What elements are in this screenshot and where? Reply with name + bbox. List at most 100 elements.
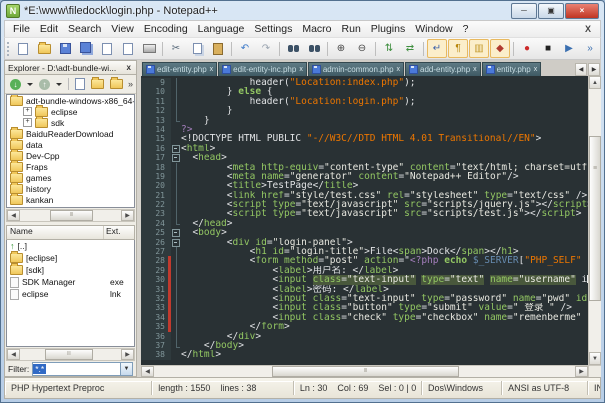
toolbar-grip[interactable] xyxy=(7,42,9,56)
copy-button[interactable] xyxy=(187,39,207,58)
maximize-button[interactable]: ▣ xyxy=(538,3,564,19)
code-line-text[interactable]: <label>用户名: </label> xyxy=(181,266,588,275)
expand-icon[interactable]: + xyxy=(23,107,32,116)
code-line-text[interactable]: header("Location:index.php"); xyxy=(181,78,588,87)
tree-hscroll-thumb[interactable] xyxy=(50,210,92,221)
code-line-text[interactable]: <meta name="generator" content="Notepad+… xyxy=(181,172,588,181)
column-name[interactable]: Name xyxy=(7,226,104,239)
tab-scroll-left-icon[interactable]: ◀ xyxy=(575,63,587,76)
list-hscroll-thumb[interactable] xyxy=(45,349,92,360)
find-button[interactable] xyxy=(283,39,303,58)
code-line-text[interactable]: </form> xyxy=(181,322,588,331)
go-up-menu-button[interactable] xyxy=(54,76,64,92)
menu-language[interactable]: Language xyxy=(193,22,250,36)
minimize-button[interactable]: ─ xyxy=(511,3,537,19)
code-line-text[interactable]: </body> xyxy=(181,341,588,350)
open-file-button[interactable] xyxy=(34,39,54,58)
save-all-button[interactable] xyxy=(76,39,96,58)
code-line-text[interactable]: <title>TestPage</title> xyxy=(181,181,588,190)
code-line-text[interactable]: </html> xyxy=(181,350,588,359)
macro-record-button[interactable]: ● xyxy=(517,39,537,58)
macro-run-multiple-button[interactable]: » xyxy=(580,39,600,58)
editor-hscrollbar[interactable]: ◀ ▶ xyxy=(141,365,588,377)
menu-plugins[interactable]: Plugins xyxy=(366,22,410,36)
code-line-text[interactable]: <h1 id="login-title">File<span>Dock</spa… xyxy=(181,247,588,256)
macro-play-button[interactable]: ▶ xyxy=(559,39,579,58)
scroll-left-icon[interactable]: ◀ xyxy=(141,366,154,377)
filter-value[interactable]: *.* xyxy=(33,364,46,374)
menu-file[interactable]: File xyxy=(8,22,35,36)
fold-collapse-icon[interactable] xyxy=(171,144,181,153)
filter-combobox[interactable]: *.* ▼ xyxy=(32,362,133,376)
tree-item-data[interactable]: data xyxy=(7,139,134,150)
list-item-sdk-manager[interactable]: SDK Managerexe xyxy=(7,276,134,288)
goto-folder-button[interactable] xyxy=(89,76,106,92)
list-item-item[interactable]: ↑[..] xyxy=(7,240,134,252)
new-file-button[interactable] xyxy=(13,39,33,58)
menu-window[interactable]: Window xyxy=(410,22,457,36)
editor-hscroll-track[interactable] xyxy=(154,366,575,377)
scroll-right-icon[interactable]: ▶ xyxy=(575,366,588,377)
open-folder-button[interactable] xyxy=(108,76,125,92)
chevron-down-icon[interactable]: ▼ xyxy=(120,363,132,375)
close-tab-icon[interactable]: x xyxy=(533,66,538,73)
print-button[interactable] xyxy=(139,39,159,58)
close-tab-icon[interactable]: x xyxy=(396,66,401,73)
code-line-text[interactable]: <input class="button" type="submit" valu… xyxy=(181,303,588,312)
close-tab-icon[interactable]: x xyxy=(209,66,214,73)
close-tab-icon[interactable]: x xyxy=(472,66,477,73)
indent-guide-button[interactable]: ▥ xyxy=(469,39,489,58)
tree-item-adt-bundle-windows-x86-64-201[interactable]: adt-bundle-windows-x86_64-201 xyxy=(7,95,134,106)
macro-stop-button[interactable]: ■ xyxy=(538,39,558,58)
refresh-menu-button[interactable] xyxy=(25,76,35,92)
tab-edit-entity-inc-php[interactable]: edit-entity-inc.phpx xyxy=(218,62,307,76)
code-line-text[interactable]: </head> xyxy=(181,219,588,228)
expand-icon[interactable]: + xyxy=(23,118,32,127)
vscroll-track[interactable] xyxy=(589,89,601,352)
scroll-left-icon[interactable]: ◀ xyxy=(7,210,20,221)
cut-button[interactable]: ✂ xyxy=(166,39,186,58)
go-up-button[interactable]: ↑ xyxy=(37,76,52,92)
close-all-button[interactable] xyxy=(118,39,138,58)
fold-collapse-icon[interactable] xyxy=(171,228,181,237)
list-hscrollbar[interactable]: ◀ ▶ xyxy=(6,348,135,361)
code-line-text[interactable]: <script type="text/javascript" src="scri… xyxy=(181,209,588,218)
tree-item-eclipse[interactable]: +eclipse xyxy=(7,106,134,117)
scroll-right-icon[interactable]: ▶ xyxy=(121,349,134,360)
list-hscroll-track[interactable] xyxy=(20,349,121,360)
code-line-text[interactable]: <script type="text/javascript" src="scri… xyxy=(181,200,588,209)
code-line-text[interactable]: <form method="post" action="<?php echo $… xyxy=(181,256,588,265)
tab-add-entity-php[interactable]: add-entity.phpx xyxy=(405,62,481,76)
code-line-text[interactable]: } else { xyxy=(181,87,588,96)
code-line-text[interactable]: <body> xyxy=(181,228,588,237)
menu-view[interactable]: View xyxy=(106,22,139,36)
scroll-down-icon[interactable]: ▼ xyxy=(589,352,601,365)
scroll-up-icon[interactable]: ▲ xyxy=(589,76,601,89)
close-document-button[interactable]: X xyxy=(579,24,597,34)
list-item-sdk[interactable]: [sdk] xyxy=(7,264,134,276)
toolbar-overflow-icon[interactable]: » xyxy=(128,79,133,89)
code-line-text[interactable]: <head> xyxy=(181,153,588,162)
tree-hscrollbar[interactable]: ◀ ▶ xyxy=(6,209,135,222)
sync-horizontal-button[interactable]: ⇄ xyxy=(400,39,420,58)
menu-item[interactable]: ? xyxy=(458,22,474,36)
tab-admin-common-php[interactable]: admin-common.phpx xyxy=(308,62,404,76)
code-line-text[interactable]: <label>密码: </label> xyxy=(181,285,588,294)
paste-button[interactable] xyxy=(208,39,228,58)
close-tab-icon[interactable]: x xyxy=(298,66,303,73)
vscroll-thumb[interactable] xyxy=(589,136,601,301)
redo-button[interactable]: ↷ xyxy=(256,39,276,58)
code-line-text[interactable]: } xyxy=(181,116,588,125)
code-area[interactable]: 9 header("Location:index.php");10 } else… xyxy=(141,76,588,365)
undo-button[interactable]: ↶ xyxy=(235,39,255,58)
tab-scroll-right-icon[interactable]: ▶ xyxy=(588,63,600,76)
code-line-text[interactable]: <meta http-equiv="content-type" content=… xyxy=(181,163,588,172)
list-item-eclipse[interactable]: eclipselnk xyxy=(7,288,134,300)
code-line-text[interactable]: <div id="login-panel"> xyxy=(181,238,588,247)
tree-item-games[interactable]: games xyxy=(7,172,134,183)
tree-item-history[interactable]: history xyxy=(7,183,134,194)
scroll-left-icon[interactable]: ◀ xyxy=(7,349,20,360)
save-button[interactable] xyxy=(55,39,75,58)
menu-settings[interactable]: Settings xyxy=(249,22,297,36)
fold-collapse-icon[interactable] xyxy=(171,238,181,247)
